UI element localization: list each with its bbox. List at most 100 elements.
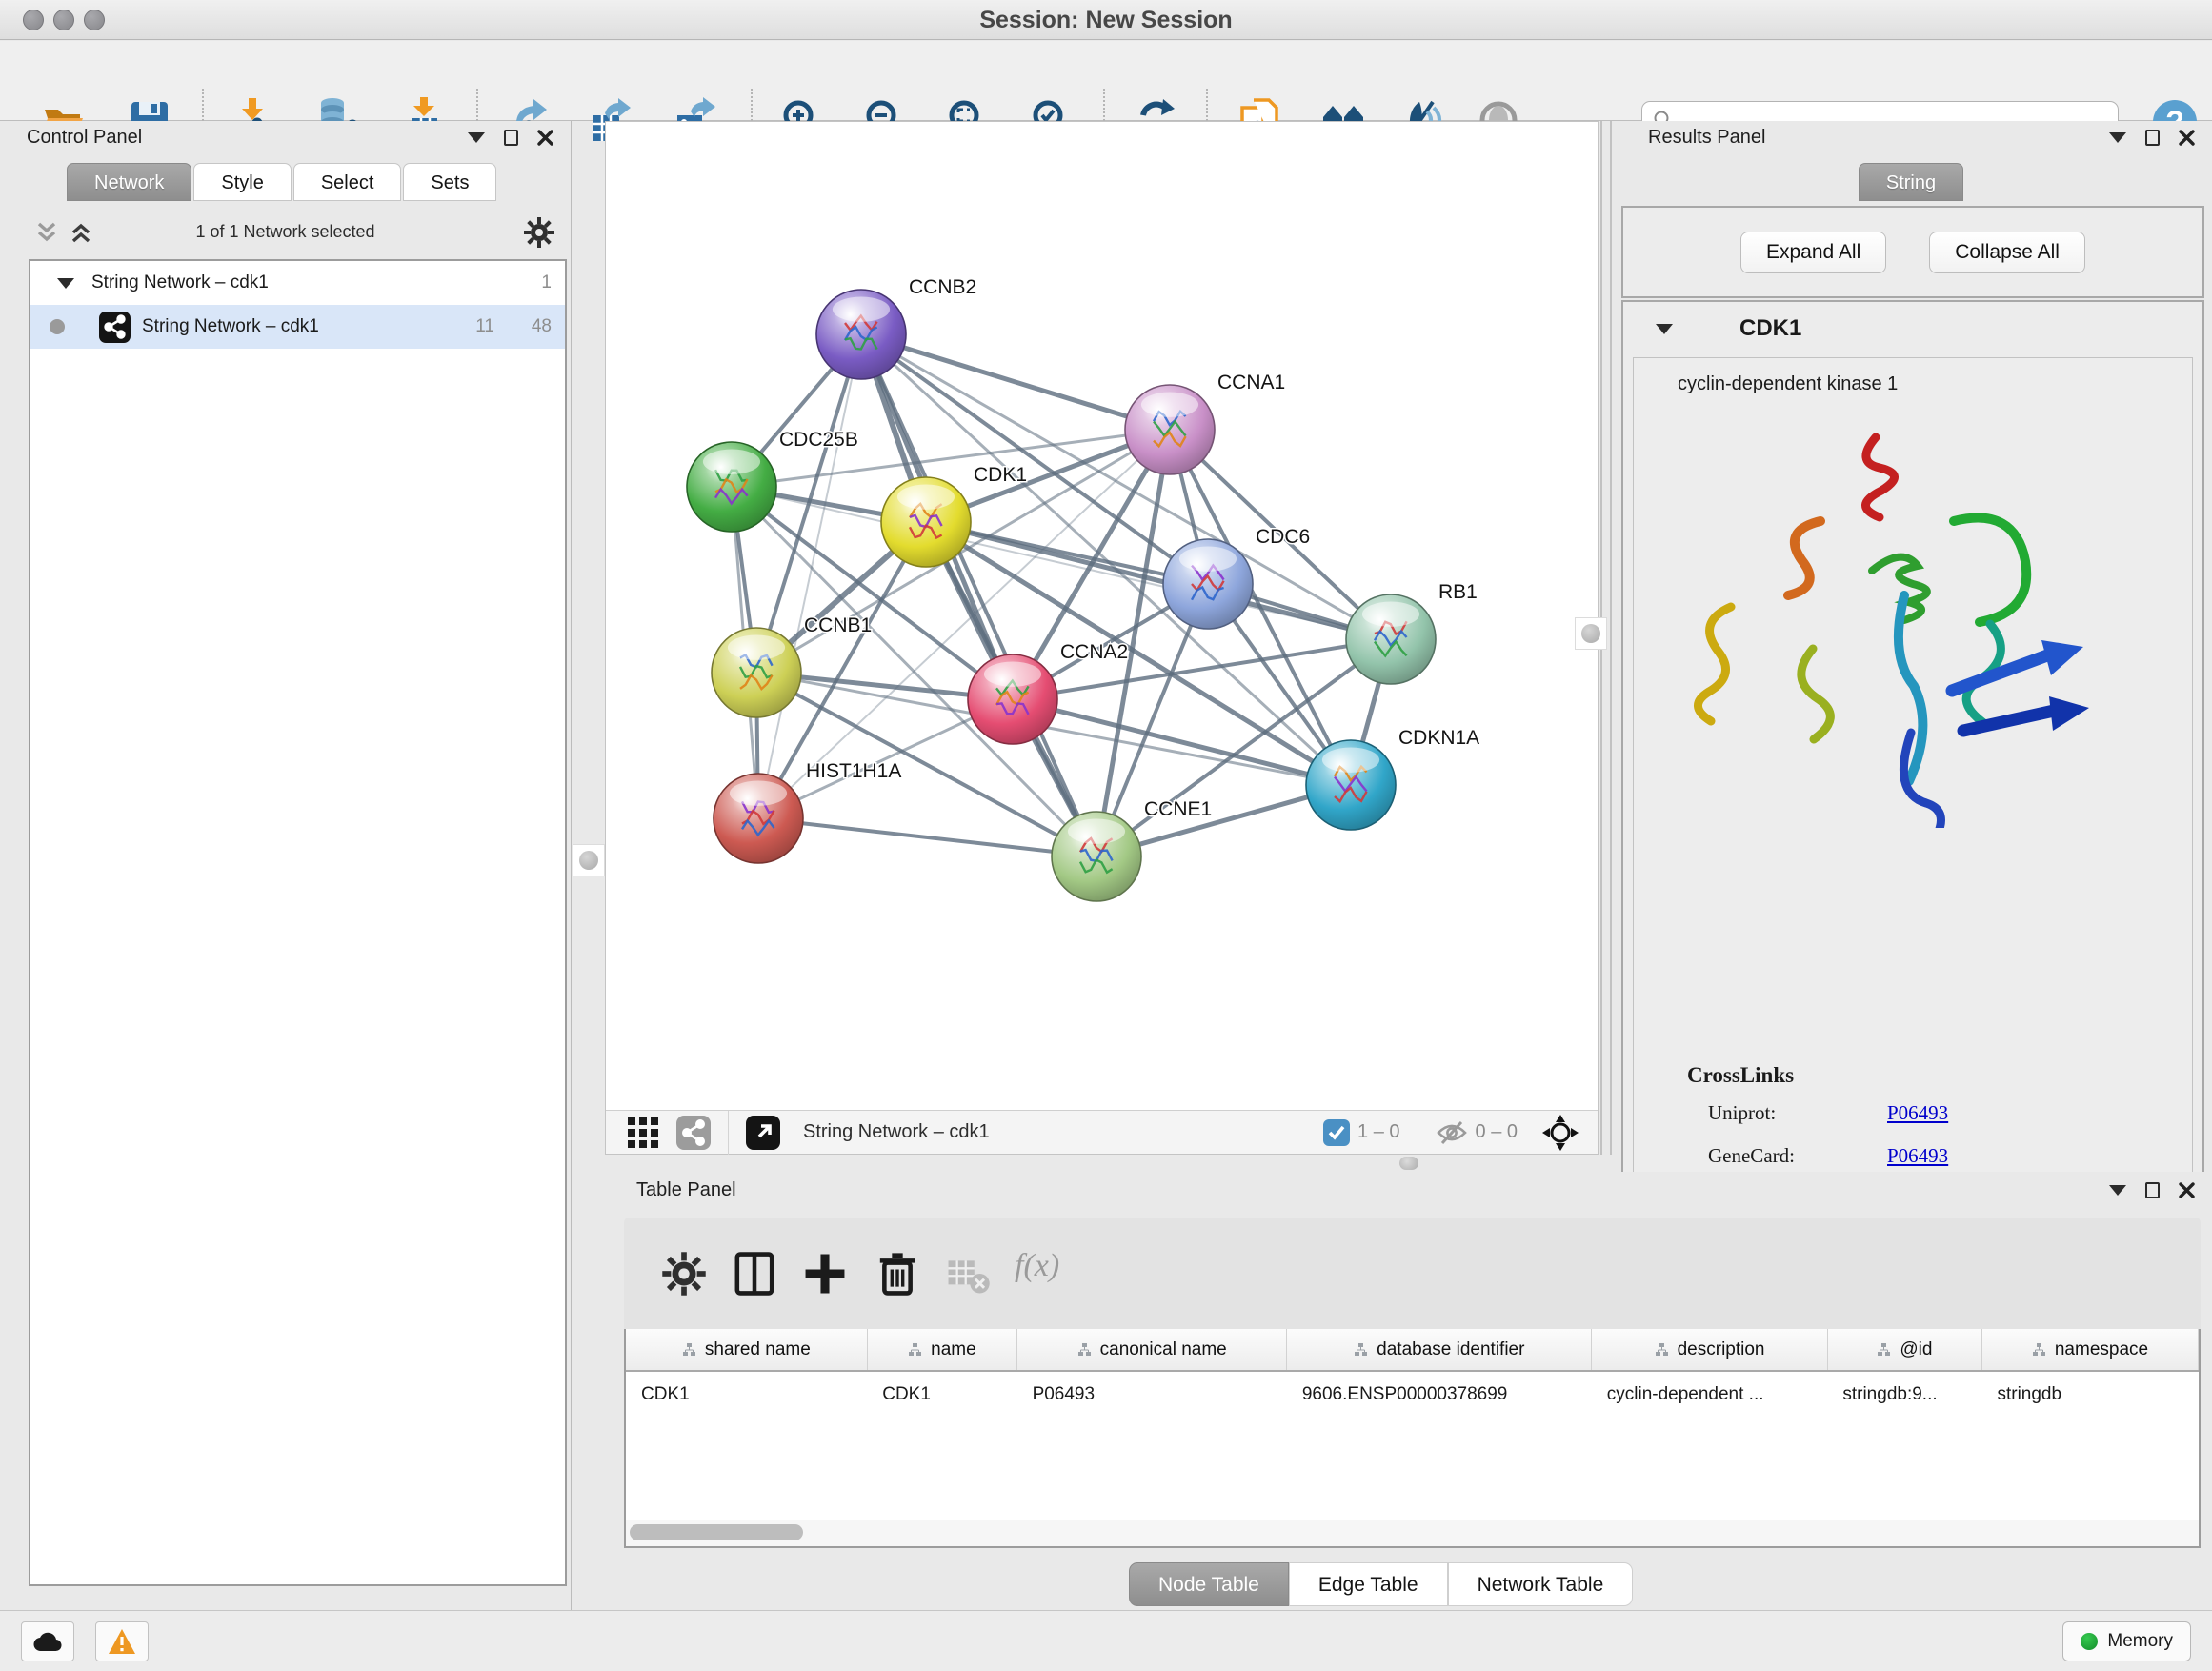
node-label-CCNE1: CCNE1 — [1144, 798, 1212, 820]
bar-divider — [728, 1111, 729, 1155]
column-header--id[interactable]: @id — [1827, 1329, 1981, 1371]
node-label-CDK1: CDK1 — [974, 464, 1027, 486]
column-header-description[interactable]: description — [1592, 1329, 1828, 1371]
network-collection-label: String Network – cdk1 — [91, 272, 269, 293]
network-view-toolbar: String Network – cdk1 1 – 0 0 – 0 — [606, 1110, 1598, 1154]
column-header-canonical-name[interactable]: canonical name — [1017, 1329, 1287, 1371]
column-header-namespace[interactable]: namespace — [1981, 1329, 2198, 1371]
window-close-button[interactable] — [23, 10, 44, 30]
network-edge-HIST1H1A-CCNE1[interactable] — [758, 818, 1096, 856]
panel-float-icon[interactable] — [2145, 130, 2160, 146]
gene-detail-card: cyclin-dependent kinase 1 — [1633, 357, 2193, 1216]
table-cell[interactable]: stringdb — [1981, 1371, 2198, 1417]
show-grid-icon[interactable] — [627, 1117, 659, 1149]
table-cell[interactable]: CDK1 — [626, 1371, 867, 1417]
memory-label: Memory — [2107, 1631, 2173, 1652]
memory-status-dot — [2081, 1633, 2098, 1650]
control-panel-tabs: NetworkStyleSelectSets — [67, 163, 498, 201]
results-panel: Results Panel String Expand All Collapse… — [1612, 121, 2212, 1172]
network-label: String Network – cdk1 — [142, 316, 319, 337]
gene-expander-icon[interactable] — [1656, 324, 1673, 334]
column-header-name[interactable]: name — [867, 1329, 1016, 1371]
panel-float-icon[interactable] — [504, 130, 518, 146]
tab-network[interactable]: Network — [67, 163, 191, 201]
node-label-RB1: RB1 — [1438, 581, 1478, 603]
collapse-all-button[interactable]: Collapse All — [1929, 232, 2085, 273]
splitter-handle-right[interactable] — [1575, 617, 1607, 650]
panel-close-icon[interactable] — [2179, 1182, 2195, 1198]
table-settings-gear-icon[interactable] — [660, 1250, 708, 1298]
crosslink-genecard[interactable]: P06493 — [1887, 1144, 2192, 1168]
network-canvas[interactable]: CCNB2CCNA1CDC25BCDK1CDC6RB1CCNB1CCNA2CDK… — [606, 122, 1598, 1110]
network-edge-CDK1-RB1[interactable] — [926, 522, 1391, 639]
window-minimize-button[interactable] — [53, 10, 74, 30]
network-badge-icon[interactable] — [676, 1116, 711, 1150]
main-toolbar: ? — [0, 41, 2212, 121]
node-label-CCNB1: CCNB1 — [804, 614, 872, 636]
warnings-button[interactable] — [95, 1621, 149, 1661]
scrollbar-thumb[interactable] — [630, 1524, 803, 1540]
table-cell[interactable]: P06493 — [1017, 1371, 1287, 1417]
tab-edge-table[interactable]: Edge Table — [1289, 1562, 1448, 1606]
table-cell[interactable]: cyclin-dependent ... — [1592, 1371, 1828, 1417]
column-header-shared-name[interactable]: shared name — [626, 1329, 867, 1371]
crosslink-uniprot[interactable]: P06493 — [1887, 1101, 2192, 1125]
selected-node-edge-counts: 1 – 0 — [1357, 1121, 1399, 1143]
network-edge-CCNB2-CCNA1[interactable] — [861, 334, 1170, 430]
control-panel: Control Panel NetworkStyleSelectSets 1 o… — [0, 121, 572, 1610]
splitter-handle-left[interactable] — [573, 844, 605, 876]
table-horizontal-scrollbar[interactable] — [626, 1520, 2199, 1546]
network-view-title: String Network – cdk1 — [803, 1121, 990, 1143]
tab-string[interactable]: String — [1859, 163, 1963, 201]
delete-column-icon[interactable] — [874, 1250, 921, 1298]
table-cell[interactable]: CDK1 — [867, 1371, 1016, 1417]
status-bar: Memory — [0, 1610, 2212, 1671]
network-row[interactable]: String Network – cdk1 11 48 — [30, 305, 565, 349]
hidden-eye-icon — [1436, 1118, 1468, 1147]
tree-expander-icon[interactable] — [57, 278, 74, 289]
panel-float-icon[interactable] — [2145, 1182, 2160, 1198]
delete-table-icon[interactable] — [944, 1250, 992, 1298]
function-builder-icon[interactable]: f(x) — [1015, 1248, 1059, 1284]
edge-count: 48 — [532, 316, 552, 337]
panel-close-icon[interactable] — [2179, 130, 2195, 146]
node-label-CCNA2: CCNA2 — [1060, 641, 1128, 663]
panel-menu-icon[interactable] — [468, 132, 485, 143]
node-label-CCNB2: CCNB2 — [909, 276, 976, 298]
panel-close-icon[interactable] — [537, 130, 553, 146]
window-zoom-button[interactable] — [84, 10, 105, 30]
create-column-icon[interactable] — [801, 1250, 849, 1298]
column-header-database-identifier[interactable]: database identifier — [1287, 1329, 1592, 1371]
tab-select[interactable]: Select — [293, 163, 402, 201]
splitter-handle-bottom[interactable] — [1399, 1157, 1418, 1170]
gene-name: CDK1 — [1739, 315, 1801, 342]
network-collection-row[interactable]: String Network – cdk1 1 — [30, 261, 565, 305]
show-columns-icon[interactable] — [731, 1250, 778, 1298]
gene-description: cyclin-dependent kinase 1 — [1678, 373, 2192, 395]
gene-header-row[interactable]: CDK1 — [1623, 302, 2202, 355]
open-in-new-window-icon[interactable] — [746, 1116, 780, 1150]
memory-button[interactable]: Memory — [2062, 1621, 2191, 1661]
protein-structure-image — [1668, 409, 2116, 828]
network-tree: String Network – cdk1 1 String Network –… — [29, 259, 567, 1586]
tab-style[interactable]: Style — [193, 163, 291, 201]
tab-node-table[interactable]: Node Table — [1129, 1562, 1289, 1606]
selected-checkbox-icon[interactable] — [1323, 1119, 1350, 1146]
table-row[interactable]: CDK1CDK1P064939606.ENSP00000378699cyclin… — [626, 1371, 2199, 1417]
panel-menu-icon[interactable] — [2109, 132, 2126, 143]
table-cell[interactable]: 9606.ENSP00000378699 — [1287, 1371, 1592, 1417]
expand-all-button[interactable]: Expand All — [1740, 232, 1886, 273]
tab-network-table[interactable]: Network Table — [1448, 1562, 1634, 1606]
birds-eye-view-icon[interactable] — [1542, 1115, 1579, 1151]
network-edge-CCNB2-HIST1H1A[interactable] — [758, 334, 861, 818]
node-table[interactable]: shared namenamecanonical namedatabase id… — [626, 1329, 2199, 1417]
node-label-CDKN1A: CDKN1A — [1398, 727, 1479, 749]
collection-count: 1 — [541, 272, 552, 293]
titlebar: Session: New Session — [0, 0, 2212, 40]
tab-sets[interactable]: Sets — [403, 163, 496, 201]
panel-menu-icon[interactable] — [2109, 1185, 2126, 1196]
network-options-gear-icon[interactable] — [523, 216, 555, 249]
cloud-tasks-button[interactable] — [21, 1621, 74, 1661]
crosslink-label: GeneCard: — [1708, 1144, 1887, 1168]
table-cell[interactable]: stringdb:9... — [1827, 1371, 1981, 1417]
